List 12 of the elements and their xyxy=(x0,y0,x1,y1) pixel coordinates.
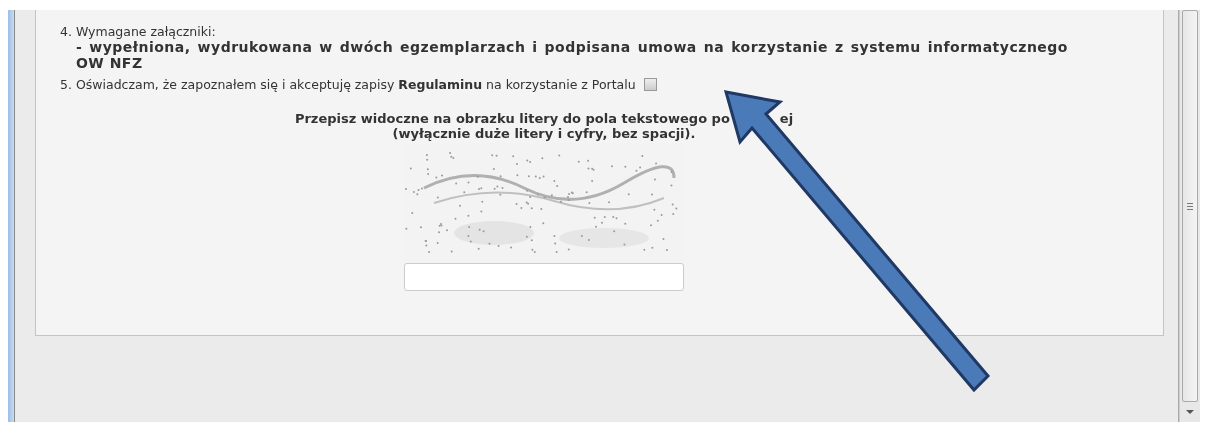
captcha-instruction: ej xyxy=(779,110,794,126)
accept-checkbox[interactable] xyxy=(643,78,657,91)
item-number: 4. xyxy=(60,24,72,41)
scrollbar[interactable] xyxy=(1179,10,1200,422)
item-text: Wymagane załączniki: xyxy=(75,24,217,39)
item-number: 5. xyxy=(60,77,72,92)
captcha-input[interactable] xyxy=(404,263,684,291)
item-text: Oświadczam, że zapoznałem się i akceptuję zapisy Regulaminu na korzystanie z Portalu xyxy=(75,77,636,92)
captcha-hint: (wyłącznie duże litery i cyfry, bez spacji). xyxy=(392,126,696,141)
item-detail: - wypełniona, wydrukowana w dwóch egzemplarzach i podpisana umowa na korzystanie z systemu informatycznego OW NFZ xyxy=(75,39,1068,71)
captcha-instruction: Przepisz widoczne na obrazku litery do pola tekstowego po xyxy=(294,110,730,126)
scroll-down-icon[interactable] xyxy=(1186,410,1194,414)
